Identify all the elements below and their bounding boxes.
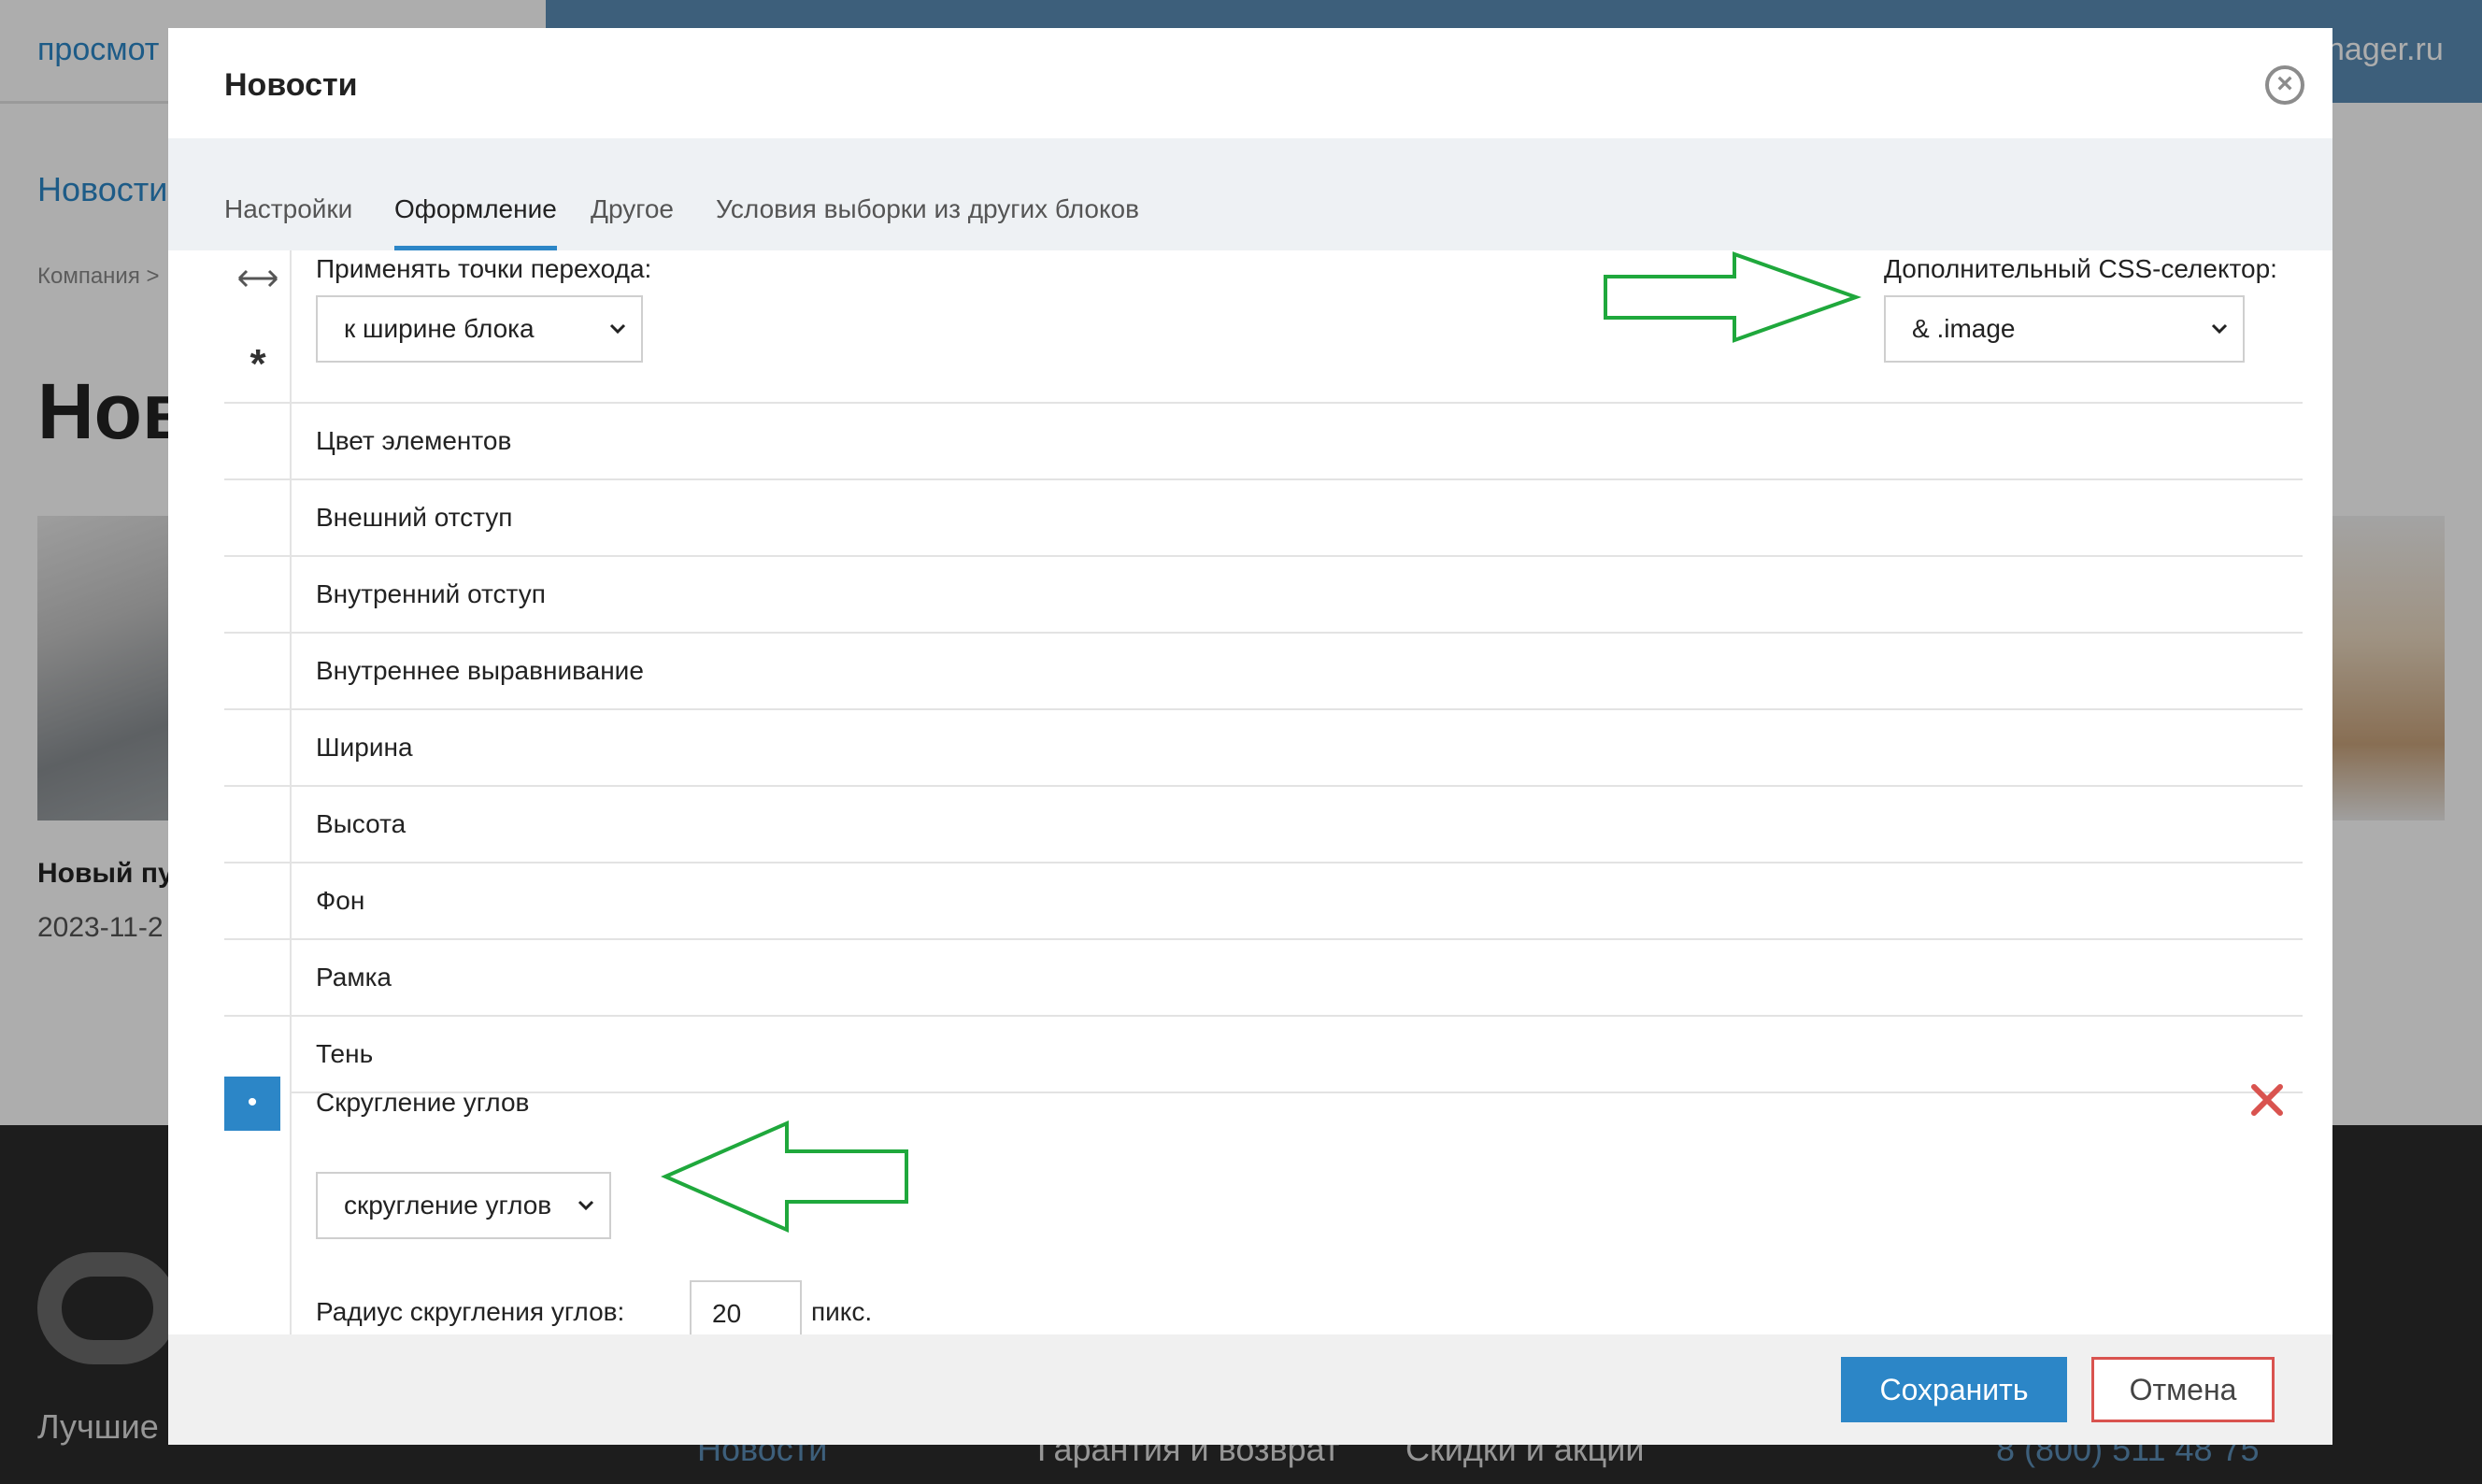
property-row[interactable]: Внутренний отступ xyxy=(292,557,2303,634)
rounding-select-value: скругление углов xyxy=(344,1191,552,1220)
property-row[interactable]: Ширина xyxy=(292,710,2303,787)
modal-tabs: Настройки Оформление Другое Условия выбо… xyxy=(168,138,2332,250)
rail-divider xyxy=(224,785,292,787)
rail-divider xyxy=(224,938,292,940)
css-selector-select[interactable]: & .image xyxy=(1884,295,2245,363)
settings-modal: Новости × Настройки Оформление Другое Ус… xyxy=(168,28,2332,1445)
property-row[interactable]: Тень xyxy=(292,1017,2303,1093)
radius-label: Радиус скругления углов: xyxy=(316,1297,625,1326)
save-button[interactable]: Сохранить xyxy=(1841,1357,2067,1422)
property-label: Фон xyxy=(316,886,365,915)
rounding-label: Скругление углов xyxy=(316,1088,530,1117)
left-right-arrows-icon[interactable] xyxy=(234,258,282,299)
property-row[interactable]: Фон xyxy=(292,863,2303,940)
property-label: Высота xyxy=(316,809,407,838)
rail-divider xyxy=(224,862,292,863)
tab-selection-conditions[interactable]: Условия выборки из других блоков xyxy=(716,138,1139,250)
property-label: Тень xyxy=(316,1039,374,1068)
property-row[interactable]: Внутреннее выравнивание xyxy=(292,634,2303,710)
tab-appearance[interactable]: Оформление xyxy=(394,138,557,250)
breakpoints-select-value: к ширине блока xyxy=(344,314,535,343)
active-property-marker[interactable]: • xyxy=(224,1077,280,1131)
modal-header: Новости × xyxy=(168,28,2332,138)
delete-x-icon[interactable] xyxy=(2248,1081,2286,1119)
annotation-arrow-right-icon xyxy=(1604,251,1862,343)
property-label: Ширина xyxy=(316,733,413,762)
css-selector-value: & .image xyxy=(1912,314,2016,343)
radius-unit: пикс. xyxy=(811,1297,873,1326)
rail-divider xyxy=(224,632,292,634)
property-label: Внутреннее выравнивание xyxy=(316,656,644,685)
css-selector-label: Дополнительный CSS-селектор: xyxy=(1884,254,2277,283)
property-row[interactable]: Рамка xyxy=(292,940,2303,1017)
cancel-button[interactable]: Отмена xyxy=(2091,1357,2275,1422)
close-icon[interactable]: × xyxy=(2265,65,2304,105)
rail-divider xyxy=(224,555,292,557)
tab-settings[interactable]: Настройки xyxy=(224,138,352,250)
property-label: Цвет элементов xyxy=(316,426,512,455)
rounding-select[interactable]: скругление углов xyxy=(316,1172,611,1239)
modal-footer: Сохранить Отмена xyxy=(168,1334,2332,1445)
rail-divider xyxy=(224,708,292,710)
property-label: Рамка xyxy=(316,963,392,992)
breakpoints-select[interactable]: к ширине блока xyxy=(316,295,643,363)
chevron-down-icon xyxy=(578,1200,594,1211)
property-label: Внешний отступ xyxy=(316,503,513,532)
rail-divider xyxy=(224,1015,292,1017)
annotation-arrow-left-icon xyxy=(661,1120,908,1234)
property-row[interactable]: Внешний отступ xyxy=(292,480,2303,557)
rail-divider xyxy=(224,478,292,480)
chevron-down-icon xyxy=(2211,323,2228,335)
modal-title: Новости xyxy=(224,67,358,103)
breakpoints-label: Применять точки перехода: xyxy=(316,254,652,283)
property-label: Внутренний отступ xyxy=(316,579,546,608)
chevron-down-icon xyxy=(609,323,626,335)
rail-divider xyxy=(224,402,292,404)
left-rail: * • xyxy=(224,250,292,1363)
tab-other[interactable]: Другое xyxy=(591,138,674,250)
modal-body: * • Применять точки перехода: к ширине б… xyxy=(224,250,2303,1363)
star-icon[interactable]: * xyxy=(234,340,282,387)
property-row[interactable]: Цвет элементов xyxy=(292,404,2303,480)
property-row[interactable]: Высота xyxy=(292,787,2303,863)
